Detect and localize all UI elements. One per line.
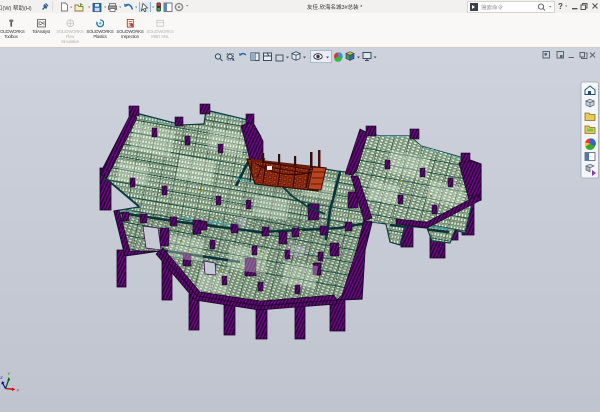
svg-text:?: ? — [558, 2, 563, 11]
svg-text:X: X — [17, 388, 20, 393]
svg-text:Y: Y — [8, 371, 11, 376]
svg-text:搜索命令: 搜索命令 — [481, 4, 504, 12]
svg-text:Z: Z — [0, 375, 3, 380]
